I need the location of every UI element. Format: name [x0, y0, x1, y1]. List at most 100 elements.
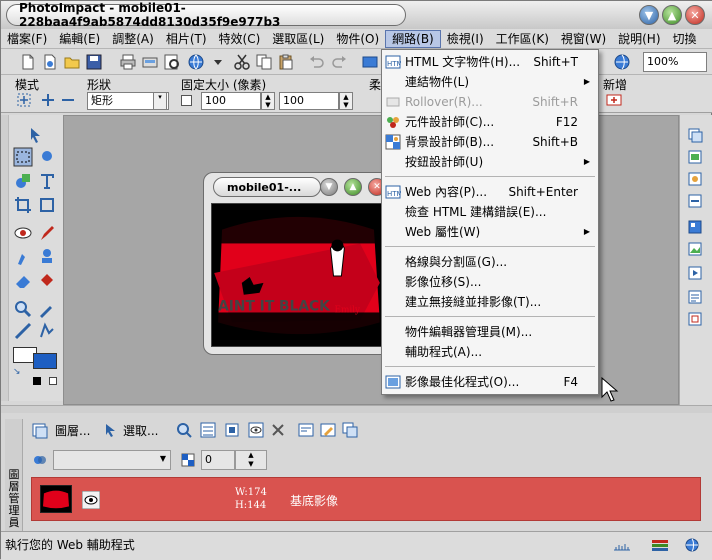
- print-icon[interactable]: [119, 53, 137, 71]
- menu-help[interactable]: 說明(H): [612, 30, 666, 48]
- menu-item-grid-slices[interactable]: 格線與分割區(G)...: [382, 252, 598, 272]
- menu-item-seamless-tile[interactable]: 建立無接縫並排影像(T)...: [382, 292, 598, 312]
- layer-edit-icon[interactable]: [319, 421, 337, 439]
- clone-tool-icon[interactable]: [13, 247, 33, 267]
- menu-file[interactable]: 檔案(F): [1, 30, 53, 48]
- menu-item-web-attributes[interactable]: Web 屬性(W) ▶: [382, 222, 598, 242]
- layer-zoom-icon[interactable]: [175, 421, 193, 439]
- crop-tool-icon[interactable]: [13, 195, 33, 215]
- layer-duplicate-icon[interactable]: [341, 421, 359, 439]
- object-panel-icon[interactable]: [687, 219, 703, 235]
- globe-icon[interactable]: [683, 538, 701, 552]
- menu-edit[interactable]: 編輯(E): [53, 30, 106, 48]
- default-black-swatch[interactable]: [33, 377, 41, 385]
- menu-workspace[interactable]: 工作區(K): [490, 30, 555, 48]
- height-stepper[interactable]: ▲ ▼: [339, 92, 353, 110]
- menu-item-component-designer[interactable]: 元件設計師(C)... F12: [382, 112, 598, 132]
- new-selection-icon[interactable]: [15, 91, 33, 109]
- text-tool-icon[interactable]: [37, 171, 57, 191]
- close-button[interactable]: ✕: [685, 5, 705, 25]
- zoom-field[interactable]: 100%: [643, 52, 707, 72]
- browser-icon[interactable]: [187, 53, 205, 71]
- default-white-swatch[interactable]: [49, 377, 57, 385]
- menu-item-image-offset[interactable]: 影像位移(S)...: [382, 272, 598, 292]
- pick-tool-icon[interactable]: [25, 125, 45, 145]
- document-maximize-button[interactable]: ▲: [344, 178, 362, 196]
- save-icon[interactable]: [85, 53, 103, 71]
- play-panel-icon[interactable]: [687, 265, 703, 281]
- width-stepper[interactable]: ▲ ▼: [261, 92, 275, 110]
- select-menu-button[interactable]: 選取...: [123, 421, 158, 441]
- menu-window[interactable]: 視窗(W): [555, 30, 612, 48]
- menu-item-html-text[interactable]: HTML HTML 文字物件(H)... Shift+T: [382, 52, 598, 72]
- layer-manager-tab[interactable]: 圖層管理員: [5, 419, 23, 533]
- layer-list-icon[interactable]: [31, 421, 49, 439]
- layers-menu-button[interactable]: 圖層...: [55, 421, 90, 441]
- web-optimizer-icon[interactable]: [613, 53, 631, 71]
- easy-palette-icon[interactable]: [687, 171, 703, 187]
- redeye-tool-icon[interactable]: [13, 223, 33, 243]
- layer-visibility-icon[interactable]: [247, 421, 265, 439]
- menu-object[interactable]: 物件(O): [330, 30, 385, 48]
- image-document-window[interactable]: mobile01-... ▼ ▲ ✕ AINT IT BLACK Emily: [203, 172, 391, 355]
- menu-item-button-designer[interactable]: 按鈕設計師(U) ▶: [382, 152, 598, 172]
- menu-item-image-optimizer[interactable]: 影像最佳化程式(O)... F4: [382, 372, 598, 392]
- menu-item-check-html[interactable]: 檢查 HTML 建構錯誤(E)...: [382, 202, 598, 222]
- opacity-stepper[interactable]: ▲ ▼: [235, 450, 267, 470]
- quick-command-icon[interactable]: [687, 193, 703, 209]
- layer-row-base-image[interactable]: W:174 H:144 基底影像: [31, 477, 701, 521]
- zoom-tool-icon[interactable]: [13, 299, 33, 319]
- undo-icon[interactable]: [307, 53, 325, 71]
- minimize-button[interactable]: ▼: [639, 5, 659, 25]
- standard-selection-icon[interactable]: [13, 147, 33, 167]
- preview-icon[interactable]: [163, 53, 181, 71]
- layer-arrange-icon[interactable]: [199, 421, 217, 439]
- line-tool-icon[interactable]: [13, 321, 33, 341]
- transform-tool-icon[interactable]: [37, 195, 57, 215]
- menu-item-background-designer[interactable]: 背景設計師(B)... Shift+B: [382, 132, 598, 152]
- navigator-panel-icon[interactable]: [687, 311, 703, 327]
- menu-photo[interactable]: 相片(T): [160, 30, 213, 48]
- background-color-swatch[interactable]: [33, 353, 57, 369]
- fixed-size-checkbox[interactable]: [181, 95, 192, 106]
- panel-splitter[interactable]: [1, 405, 712, 413]
- swap-colors-icon[interactable]: ↘: [13, 367, 23, 377]
- menu-network[interactable]: 網路(B): [385, 29, 441, 48]
- layer-merge-icon[interactable]: [223, 421, 241, 439]
- paste-icon[interactable]: [277, 53, 295, 71]
- menu-selection[interactable]: 選取區(L): [266, 30, 330, 48]
- new-web-icon[interactable]: [41, 53, 59, 71]
- fill-tool-icon[interactable]: [37, 271, 57, 291]
- web-tool-icon[interactable]: [361, 53, 379, 71]
- menu-effects[interactable]: 特效(C): [213, 30, 267, 48]
- layer-delete-icon[interactable]: [269, 421, 287, 439]
- width-field[interactable]: 100: [201, 92, 261, 110]
- redo-icon[interactable]: [331, 53, 349, 71]
- document-panel-icon[interactable]: [687, 149, 703, 165]
- paint-tool-icon[interactable]: [37, 223, 57, 243]
- document-minimize-button[interactable]: ▼: [320, 178, 338, 196]
- open-file-icon[interactable]: [63, 53, 81, 71]
- new-object-icon[interactable]: [605, 91, 623, 109]
- new-file-icon[interactable]: [19, 53, 37, 71]
- menu-item-editor-manager[interactable]: 物件編輯器管理員(M)...: [382, 322, 598, 342]
- menu-adjust[interactable]: 調整(A): [106, 30, 160, 48]
- maximize-button[interactable]: ▲: [662, 5, 682, 25]
- image-content[interactable]: AINT IT BLACK Emily: [211, 203, 385, 347]
- blend-mode-select[interactable]: ▼: [53, 450, 171, 470]
- eyedropper-tool-icon[interactable]: [37, 299, 57, 319]
- select-icon[interactable]: [101, 421, 119, 439]
- menu-item-rollover[interactable]: Rollover(R)... Shift+R: [382, 92, 598, 112]
- gallery-panel-icon[interactable]: [687, 241, 703, 257]
- menu-item-assistant[interactable]: 輔助程式(A)...: [382, 342, 598, 362]
- tool-panel-handle[interactable]: [1, 115, 9, 401]
- eye-icon[interactable]: [82, 491, 100, 509]
- menu-switch[interactable]: 切換: [667, 30, 703, 48]
- menu-item-web-properties[interactable]: HTML Web 內容(P)... Shift+Enter: [382, 182, 598, 202]
- history-panel-icon[interactable]: [687, 289, 703, 305]
- height-field[interactable]: 100: [279, 92, 339, 110]
- shape-tool-icon[interactable]: [13, 171, 33, 191]
- scan-icon[interactable]: [141, 53, 159, 71]
- cut-icon[interactable]: [233, 53, 251, 71]
- opacity-field[interactable]: 0: [201, 450, 235, 470]
